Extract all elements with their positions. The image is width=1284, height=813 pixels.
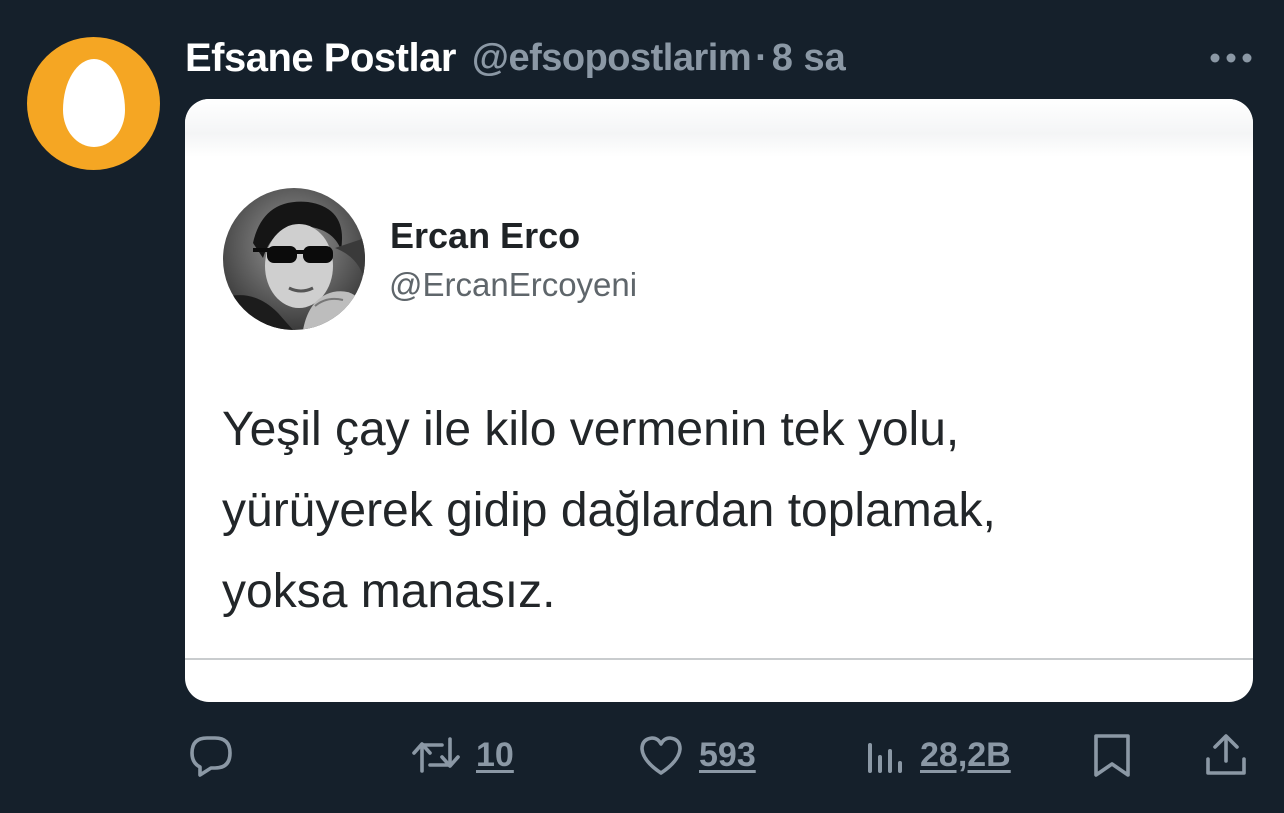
tweet-timestamp[interactable]: 8 sa [772, 37, 846, 80]
bookmark-icon [1094, 734, 1130, 777]
heart-icon [640, 736, 682, 775]
embedded-divider [185, 658, 1253, 660]
tweet-card[interactable]: Efsane Postlar @efsopostlarim · 8 sa Erc… [0, 0, 1284, 813]
like-button[interactable]: 593 [637, 730, 756, 780]
reply-icon [190, 736, 232, 777]
views-count: 28,2B [920, 735, 1011, 774]
profile-photo-icon [223, 188, 365, 330]
more-horizontal-icon [1210, 53, 1252, 63]
embedded-text-line: Yeşil çay ile kilo vermenin tek yolu, [222, 403, 960, 456]
author-display-name[interactable]: Efsane Postlar [185, 36, 456, 81]
tweet-header: Efsane Postlar @efsopostlarim · 8 sa [185, 33, 846, 83]
share-icon [1206, 734, 1246, 775]
header-separator: · [755, 36, 768, 79]
author-handle[interactable]: @efsopostlarim [472, 37, 752, 80]
retweet-icon [412, 737, 460, 773]
embedded-author-name: Ercan Erco [390, 215, 581, 256]
default-egg-icon [63, 59, 125, 147]
embedded-tweet-text: Yeşil çay ile kilo vermenin tek yolu, yü… [222, 389, 1232, 632]
tweet-media-image[interactable]: Ercan Erco @ErcanErcoyeni Yeşil çay ile … [185, 99, 1253, 702]
views-chart-icon [868, 743, 902, 773]
embedded-author-avatar [223, 188, 365, 330]
retweet-count: 10 [476, 735, 514, 774]
image-top-strip [185, 99, 1253, 157]
more-options-button[interactable] [1206, 38, 1256, 78]
embedded-text-line: yoksa manasız. [222, 565, 556, 618]
reply-button[interactable] [187, 730, 249, 780]
share-button[interactable] [1202, 730, 1250, 780]
embedded-text-line: yürüyerek gidip dağlardan toplamak, [222, 484, 996, 537]
views-button[interactable]: 28,2B [862, 730, 1011, 780]
retweet-button[interactable]: 10 [410, 730, 514, 780]
like-count: 593 [699, 735, 756, 774]
embedded-author-handle: @ErcanErcoyeni [389, 266, 638, 303]
bookmark-button[interactable] [1090, 730, 1134, 780]
author-avatar[interactable] [27, 37, 160, 170]
